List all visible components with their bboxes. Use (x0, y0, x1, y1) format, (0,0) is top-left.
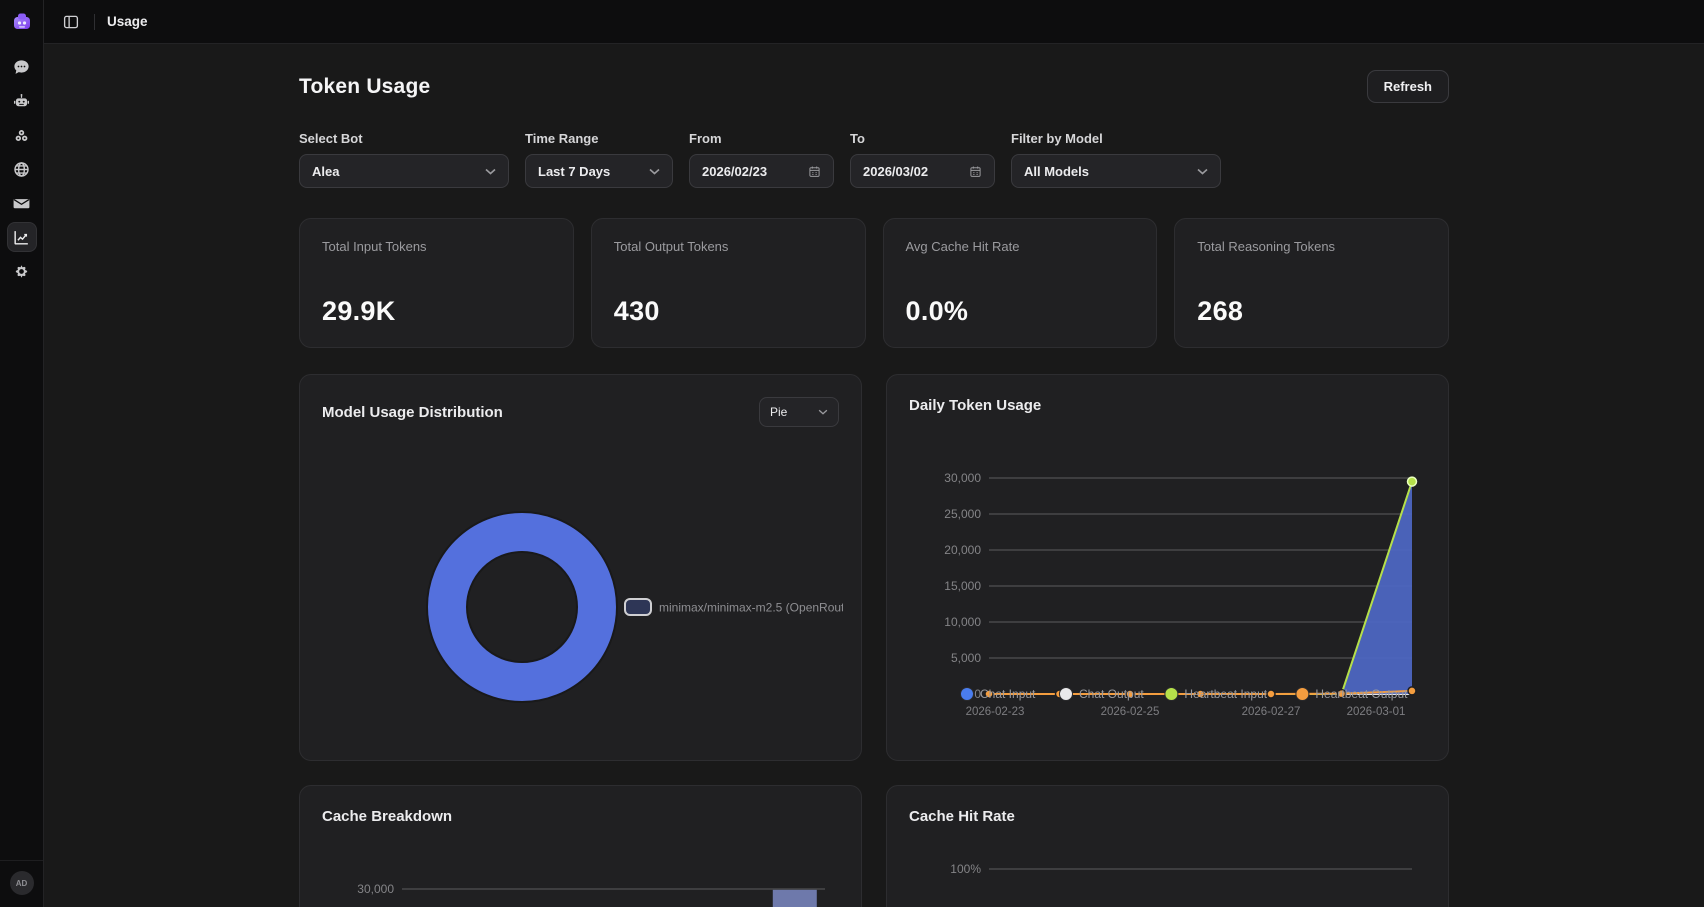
model-usage-title: Model Usage Distribution (322, 404, 503, 421)
svg-text:2026-02-27: 2026-02-27 (1242, 706, 1301, 718)
svg-text:2026-02-23: 2026-02-23 (966, 706, 1025, 718)
sidebar-item-usage[interactable] (7, 222, 37, 252)
select-bot-dropdown[interactable]: Alea (299, 154, 509, 188)
globe-icon (12, 160, 31, 179)
robot-logo-icon (10, 10, 34, 34)
sidebar-item-mail[interactable] (7, 188, 37, 218)
cache-breakdown-bar-chart: 30,00025,00020,00015,00010,0005,0000 (322, 833, 839, 907)
sidebar-item-bots[interactable] (7, 86, 37, 116)
cache-hit-rate-line-chart: 100%80%60%40%20%0% (909, 833, 1426, 907)
sidebar-footer: AD (0, 860, 43, 907)
topbar: Usage (44, 0, 1704, 44)
chart-type-value: Pie (770, 405, 787, 419)
page-content: Token Usage Refresh Select Bot Alea (44, 44, 1704, 907)
main-area: Usage Token Usage Refresh Select Bot Ale… (44, 0, 1704, 907)
sidebar-item-web[interactable] (7, 154, 37, 184)
stat-label: Total Output Tokens (614, 239, 843, 254)
mail-icon (12, 194, 31, 213)
from-date-input[interactable]: 2026/02/23 (689, 154, 834, 188)
svg-text:2026-03-01: 2026-03-01 (1347, 706, 1406, 718)
user-avatar[interactable]: AD (10, 871, 34, 895)
gear-icon (12, 262, 31, 281)
chevron-down-icon (649, 168, 660, 175)
calendar-icon (808, 165, 821, 178)
model-filter-value: All Models (1024, 164, 1089, 179)
select-bot-label: Select Bot (299, 131, 509, 146)
time-range-value: Last 7 Days (538, 164, 610, 179)
app-logo[interactable] (10, 0, 34, 44)
model-usage-card: Model Usage Distribution Pie minimax/min… (299, 374, 862, 761)
chat-bubble-icon (12, 58, 31, 77)
svg-text:Chat Output: Chat Output (1079, 687, 1144, 701)
stat-value: 430 (614, 296, 843, 327)
cache-hit-rate-card: Cache Hit Rate 100%80%60%40%20%0% (886, 785, 1449, 907)
svg-text:Heartbeat Output: Heartbeat Output (1315, 687, 1408, 701)
stat-value: 268 (1197, 296, 1426, 327)
stat-label: Avg Cache Hit Rate (906, 239, 1135, 254)
charts-grid: Model Usage Distribution Pie minimax/min… (299, 374, 1449, 907)
model-filter-dropdown[interactable]: All Models (1011, 154, 1221, 188)
svg-text:minimax/minimax-m2.5 (OpenRout: minimax/minimax-m2.5 (OpenRouter) (659, 601, 843, 615)
stat-value: 0.0% (906, 296, 1135, 327)
to-date-input[interactable]: 2026/03/02 (850, 154, 995, 188)
stat-label: Total Input Tokens (322, 239, 551, 254)
page-breadcrumb: Usage (107, 14, 148, 29)
sidebar-toggle-button[interactable] (60, 11, 82, 33)
sidebar-nav (7, 52, 37, 860)
stat-label: Total Reasoning Tokens (1197, 239, 1426, 254)
stat-card-output-tokens: Total Output Tokens 430 (591, 218, 866, 348)
topbar-divider (94, 14, 95, 30)
svg-text:15,000: 15,000 (944, 579, 981, 593)
sidebar-item-chats[interactable] (7, 52, 37, 82)
cache-breakdown-card: Cache Breakdown 30,00025,00020,00015,000… (299, 785, 862, 907)
svg-text:30,000: 30,000 (944, 471, 981, 485)
svg-text:20,000: 20,000 (944, 543, 981, 557)
stat-card-reasoning-tokens: Total Reasoning Tokens 268 (1174, 218, 1449, 348)
chevron-down-icon (1197, 168, 1208, 175)
daily-usage-line-chart: 30,00025,00020,00015,00010,0005,00002026… (909, 422, 1426, 739)
filter-bar: Select Bot Alea Time Range Last 7 Days (299, 131, 1449, 188)
chevron-down-icon (818, 409, 828, 415)
time-range-dropdown[interactable]: Last 7 Days (525, 154, 673, 188)
svg-text:2026-02-25: 2026-02-25 (1101, 706, 1160, 718)
svg-text:Heartbeat Input: Heartbeat Input (1184, 687, 1267, 701)
sidebar-item-settings[interactable] (7, 256, 37, 286)
daily-usage-card: Daily Token Usage 30,000 25,000 20,000 15,0… (886, 374, 1449, 761)
stat-cards: Total Input Tokens 29.9K Total Output To… (299, 218, 1449, 348)
to-date-value: 2026/03/02 (863, 164, 928, 179)
app-window: AD Usage Token Usage Refresh (0, 0, 1704, 907)
from-date-value: 2026/02/23 (702, 164, 767, 179)
svg-text:10,000: 10,000 (944, 615, 981, 629)
sidebar: AD (0, 0, 44, 907)
robot-icon (12, 92, 31, 111)
cache-hit-rate-title: Cache Hit Rate (909, 808, 1015, 825)
to-date-label: To (850, 131, 995, 146)
analytics-icon (12, 228, 31, 247)
svg-text:Chat Input: Chat Input (980, 687, 1036, 701)
refresh-button[interactable]: Refresh (1367, 70, 1449, 103)
nodes-icon (12, 126, 31, 145)
model-filter-label: Filter by Model (1011, 131, 1221, 146)
svg-text:100%: 100% (950, 862, 981, 876)
sidebar-item-models[interactable] (7, 120, 37, 150)
time-range-label: Time Range (525, 131, 673, 146)
chevron-down-icon (485, 168, 496, 175)
cache-breakdown-title: Cache Breakdown (322, 808, 452, 825)
svg-text:25,000: 25,000 (944, 507, 981, 521)
stat-card-input-tokens: Total Input Tokens 29.9K (299, 218, 574, 348)
svg-text:5,000: 5,000 (951, 651, 981, 665)
daily-usage-title: Daily Token Usage (909, 397, 1041, 414)
panel-toggle-icon (62, 13, 80, 31)
svg-text:30,000: 30,000 (357, 882, 394, 896)
stat-value: 29.9K (322, 296, 551, 327)
stat-card-cache-hit-rate: Avg Cache Hit Rate 0.0% (883, 218, 1158, 348)
page-title: Token Usage (299, 75, 430, 99)
select-bot-value: Alea (312, 164, 339, 179)
model-usage-donut-chart: minimax/minimax-m2.5 (OpenRouter) (322, 435, 839, 745)
from-date-label: From (689, 131, 834, 146)
chart-type-dropdown[interactable]: Pie (759, 397, 839, 427)
calendar-icon (969, 165, 982, 178)
